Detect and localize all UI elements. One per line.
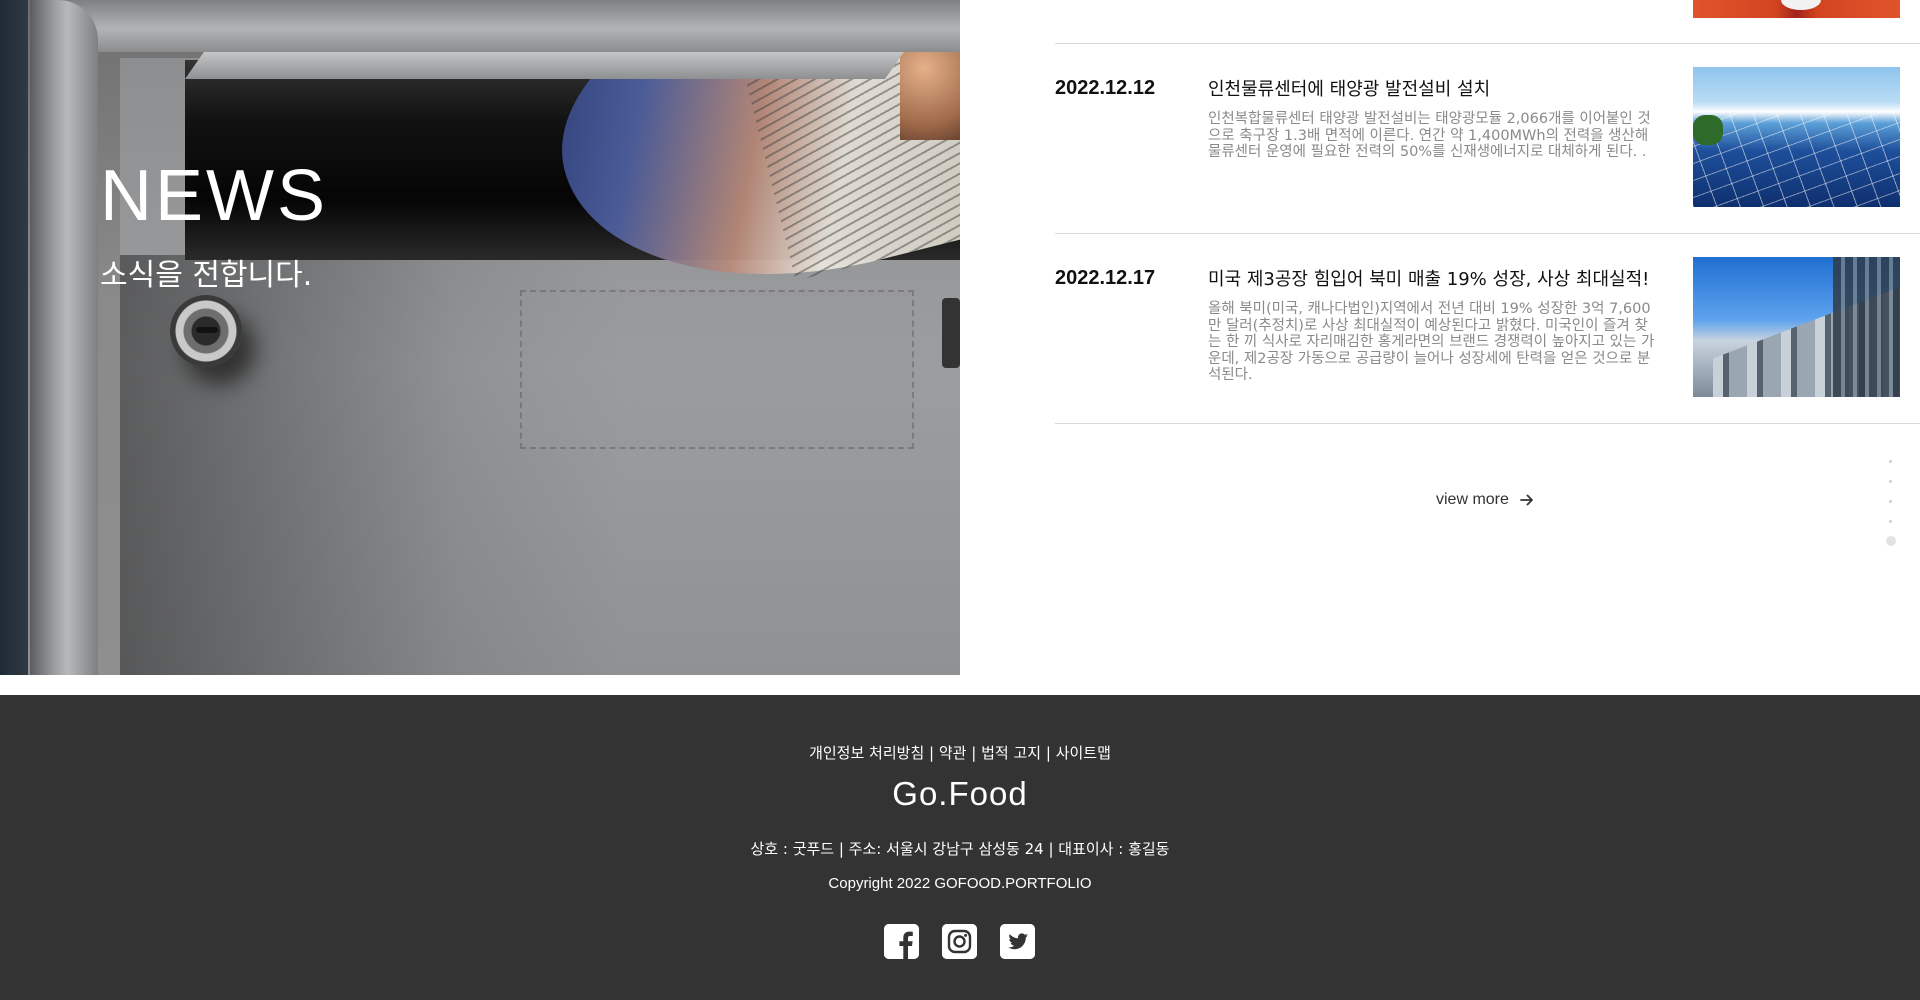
footer-link-legal[interactable]: 법적 고지: [981, 744, 1041, 762]
view-more-link[interactable]: view more: [1436, 488, 1535, 512]
footer-company-info: 상호 : 굿푸드 | 주소: 서울시 강남구 삼성동 24 | 대표이사 : 홍…: [750, 840, 1170, 858]
mailbox-frame: [0, 0, 28, 675]
news-date: 2022.12.12: [1055, 77, 1156, 99]
footer-separator: |: [929, 744, 935, 762]
news-divider: [1055, 43, 1920, 44]
arrow-right-icon: [1520, 494, 1533, 506]
footer-link-privacy[interactable]: 개인정보 처리방침: [809, 744, 924, 762]
mailbox-top-rail: [30, 0, 960, 52]
footer-link-terms[interactable]: 약관: [939, 744, 967, 762]
site-footer: 개인정보 처리방침 | 약관 | 법적 고지 | 사이트맵 Go.Food 상호…: [0, 695, 1920, 1000]
tape-residue: [520, 290, 914, 449]
news-hero-image: NEWS 소식을 전합니다.: [0, 0, 960, 675]
news-description: 인천복합물류센터 태양광 발전설비는 태양광모듈 2,066개를 이어붙인 것으…: [1208, 111, 1651, 160]
news-description: 올해 북미(미국, 캐나다법인)지역에서 전년 대비 19% 성장한 3억 7,…: [1208, 301, 1655, 383]
footer-logo[interactable]: Go.Food: [0, 775, 1920, 813]
news-divider: [1055, 423, 1920, 424]
footer-links: 개인정보 처리방침 | 약관 | 법적 고지 | 사이트맵: [0, 742, 1920, 763]
news-item[interactable]: 2022.12.12 인천물류센터에 태양광 발전설비 설치 인천복합물류센터 …: [1055, 67, 1920, 207]
pagination-dot-active[interactable]: [1886, 536, 1896, 546]
news-date: 2022.12.17: [1055, 267, 1156, 289]
news-item[interactable]: 2022.12.17 미국 제3공장 힘입어 북미 매출 19% 성장, 사상 …: [1055, 257, 1920, 397]
mailbox-side-rail: [30, 0, 98, 675]
news-divider: [1055, 233, 1920, 234]
factory-building-image[interactable]: [1693, 257, 1900, 397]
footer-link-sitemap[interactable]: 사이트맵: [1056, 744, 1111, 762]
page-subtitle: 소식을 전합니다.: [100, 258, 313, 293]
view-more-label: view more: [1436, 491, 1509, 508]
keyhole: [196, 327, 218, 333]
footer-separator: |: [971, 744, 977, 762]
mailbox-handle: [942, 298, 960, 368]
page-title: NEWS: [100, 156, 328, 236]
footer-copyright: Copyright 2022 GOFOOD.PORTFOLIO: [828, 875, 1092, 892]
facebook-icon[interactable]: [884, 924, 919, 959]
footer-separator: |: [1045, 744, 1051, 762]
social-links: [884, 924, 1035, 959]
pagination-dot[interactable]: [1889, 500, 1892, 503]
news-title[interactable]: 인천물류센터에 태양광 발전설비 설치: [1208, 75, 1490, 101]
twitter-icon[interactable]: [1000, 924, 1035, 959]
pagination-dot[interactable]: [1889, 520, 1892, 523]
pagination-dot[interactable]: [1889, 460, 1892, 463]
instagram-icon[interactable]: [942, 924, 977, 959]
solar-panel-image[interactable]: [1693, 67, 1900, 207]
news-title[interactable]: 미국 제3공장 힘입어 북미 매출 19% 성장, 사상 최대실적!: [1208, 265, 1649, 291]
previous-news-thumbnail[interactable]: [1693, 0, 1900, 18]
pagination-dot[interactable]: [1889, 480, 1892, 483]
